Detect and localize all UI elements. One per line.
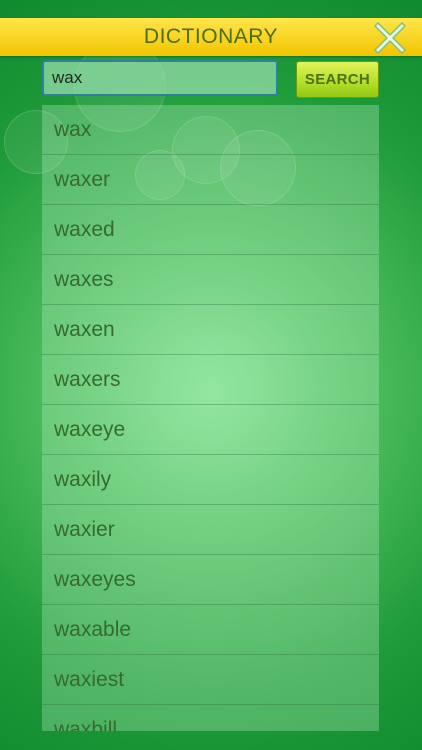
results-list[interactable]: wax waxer waxed waxes waxen waxers waxeye waxil…: [42, 105, 379, 731]
page-title: DICTIONARY: [143, 25, 279, 48]
list-item[interactable]: waxer: [42, 155, 379, 205]
list-item[interactable]: waxiest: [42, 655, 379, 705]
list-item[interactable]: waxers: [42, 355, 379, 405]
list-item[interactable]: waxed: [42, 205, 379, 255]
list-item[interactable]: waxbill: [42, 705, 379, 731]
search-button[interactable]: SEARCH: [296, 61, 379, 98]
list-item[interactable]: waxable: [42, 605, 379, 655]
close-x-icon[interactable]: [372, 20, 408, 56]
list-item[interactable]: waxeyes: [42, 555, 379, 605]
list-item[interactable]: wax: [42, 105, 379, 155]
list-item[interactable]: waxeye: [42, 405, 379, 455]
search-input[interactable]: [42, 60, 278, 96]
list-item[interactable]: waxily: [42, 455, 379, 505]
list-item[interactable]: waxen: [42, 305, 379, 355]
header-bar: DICTIONARY: [0, 18, 422, 56]
list-item[interactable]: waxes: [42, 255, 379, 305]
list-item[interactable]: waxier: [42, 505, 379, 555]
